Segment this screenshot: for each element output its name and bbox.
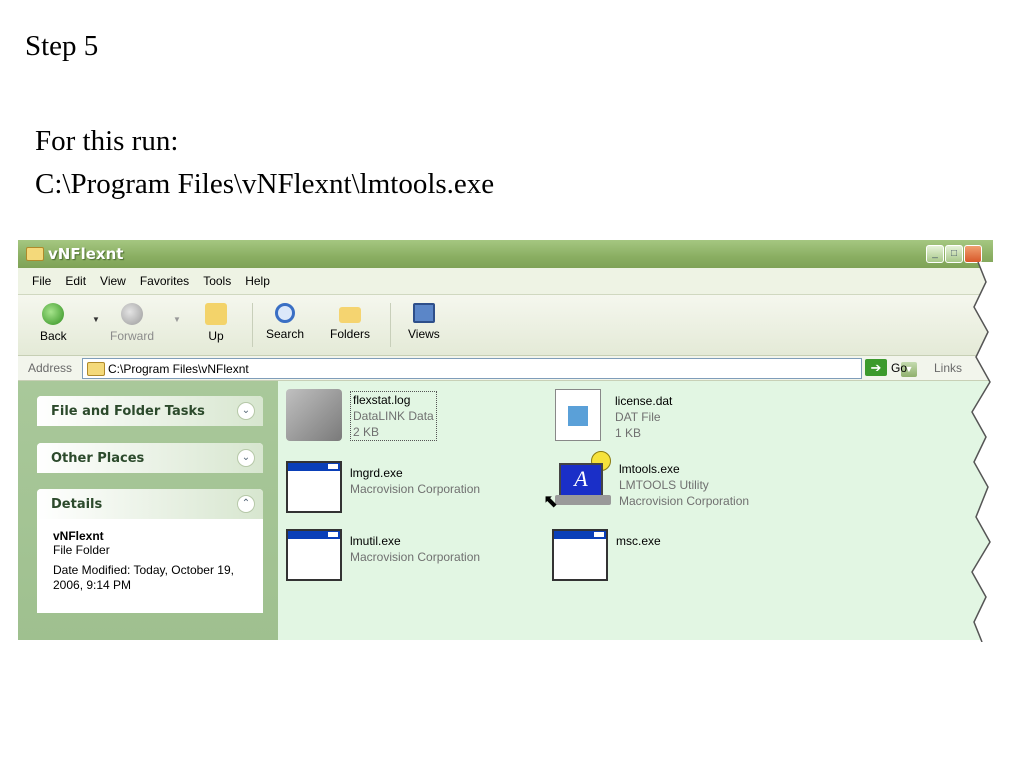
chevron-up-icon[interactable]: ⌃ xyxy=(237,495,255,513)
file-name: flexstat.log xyxy=(353,393,411,407)
instruction-line-1: For this run: xyxy=(35,125,179,157)
views-icon xyxy=(412,303,435,323)
file-name: lmutil.exe xyxy=(350,534,401,548)
chevron-down-icon[interactable]: ⌄ xyxy=(237,402,255,420)
panel-title: Details xyxy=(51,497,103,512)
details-modified: Date Modified: Today, October 19, 2006, … xyxy=(53,563,234,592)
menu-help[interactable]: Help xyxy=(238,268,277,288)
explorer-window: vNFlexnt _ □ File Edit View Favorites Tools H… xyxy=(18,240,993,640)
exe-window-icon xyxy=(286,461,342,513)
title-bar[interactable]: vNFlexnt _ □ xyxy=(18,240,993,268)
forward-arrow-icon xyxy=(121,303,143,325)
file-name: lmgrd.exe xyxy=(350,466,403,480)
torn-edge xyxy=(960,262,1020,642)
file-size: 1 KB xyxy=(615,426,642,440)
details-panel: Details ⌃ vNFlexnt File Folder Date Modi… xyxy=(37,489,263,613)
mouse-cursor-icon: ⬉ xyxy=(543,491,559,511)
links-button[interactable]: Links xyxy=(934,361,962,375)
address-bar: Address C:\Program Files\vNFlexnt ▼ ➔ Go… xyxy=(18,356,993,381)
file-name: msc.exe xyxy=(616,534,661,548)
up-label: Up xyxy=(208,329,224,343)
menu-favorites[interactable]: Favorites xyxy=(133,268,196,288)
up-button[interactable]: Up xyxy=(205,303,227,343)
up-folder-icon xyxy=(205,303,227,325)
views-button[interactable]: Views xyxy=(408,303,440,341)
file-name: lmtools.exe xyxy=(619,462,680,476)
forward-button[interactable]: Forward xyxy=(110,303,154,343)
instruction-line-2: C:\Program Files\vNFlexnt\lmtools.exe xyxy=(35,168,495,200)
file-type: DataLINK Data xyxy=(353,409,434,423)
maximize-button[interactable]: □ xyxy=(945,245,963,263)
details-type: File Folder xyxy=(53,543,110,557)
go-arrow-icon[interactable]: ➔ xyxy=(865,359,887,376)
search-icon xyxy=(275,303,296,323)
toolbar-separator xyxy=(390,303,391,347)
menu-bar: File Edit View Favorites Tools Help xyxy=(18,268,993,295)
file-name: license.dat xyxy=(615,394,673,408)
address-value: C:\Program Files\vNFlexnt xyxy=(108,362,249,376)
toolbar: Back ▼ Forward ▼ Up Search Folders Views xyxy=(18,295,993,356)
file-list: flexstat.log DataLINK Data 2 KB license.… xyxy=(278,381,993,640)
window-title: vNFlexnt xyxy=(48,245,124,263)
search-label: Search xyxy=(266,327,305,341)
file-type: DAT File xyxy=(615,410,661,424)
other-places-panel[interactable]: Other Places ⌄ xyxy=(37,443,263,473)
menu-file[interactable]: File xyxy=(18,268,58,288)
menu-tools[interactable]: Tools xyxy=(196,268,238,288)
file-type: LMTOOLS Utility xyxy=(619,478,709,492)
panel-title: File and Folder Tasks xyxy=(51,404,205,419)
views-label: Views xyxy=(408,327,440,341)
minimize-button[interactable]: _ xyxy=(926,245,944,263)
exe-window-icon xyxy=(552,529,608,581)
folders-button[interactable]: Folders xyxy=(330,303,370,341)
dat-file-icon xyxy=(555,389,601,441)
folder-icon xyxy=(87,362,105,376)
back-label: Back xyxy=(40,329,67,343)
address-input[interactable]: C:\Program Files\vNFlexnt ▼ xyxy=(82,358,917,379)
forward-label: Forward xyxy=(110,329,155,343)
folder-icon xyxy=(26,247,44,261)
lmtools-icon: A xyxy=(555,451,611,505)
panel-title: Other Places xyxy=(51,451,145,466)
address-label: Address xyxy=(28,361,73,375)
go-button[interactable]: Go xyxy=(891,361,907,375)
back-button[interactable]: Back xyxy=(40,303,67,343)
details-name: vNFlexnt xyxy=(53,529,104,543)
file-size: 2 KB xyxy=(353,425,380,439)
menu-view[interactable]: View xyxy=(93,268,133,288)
task-pane: File and Folder Tasks ⌄ Other Places ⌄ D… xyxy=(18,381,278,640)
folders-icon xyxy=(339,307,361,323)
exe-window-icon xyxy=(286,529,342,581)
file-company: Macrovision Corporation xyxy=(619,494,750,508)
file-company: Macrovision Corporation xyxy=(350,550,481,564)
chevron-down-icon[interactable]: ⌄ xyxy=(237,449,255,467)
forward-dropdown-icon[interactable]: ▼ xyxy=(173,315,181,324)
close-button[interactable] xyxy=(964,245,982,263)
back-dropdown-icon[interactable]: ▼ xyxy=(92,315,100,324)
file-company: Macrovision Corporation xyxy=(350,482,481,496)
folders-label: Folders xyxy=(330,327,371,341)
search-button[interactable]: Search xyxy=(266,303,304,341)
menu-edit[interactable]: Edit xyxy=(58,268,93,288)
toolbar-separator xyxy=(252,303,253,347)
back-arrow-icon xyxy=(42,303,65,325)
datalink-icon xyxy=(286,389,342,441)
step-title: Step 5 xyxy=(25,30,99,62)
file-folder-tasks-panel[interactable]: File and Folder Tasks ⌄ xyxy=(37,396,263,426)
